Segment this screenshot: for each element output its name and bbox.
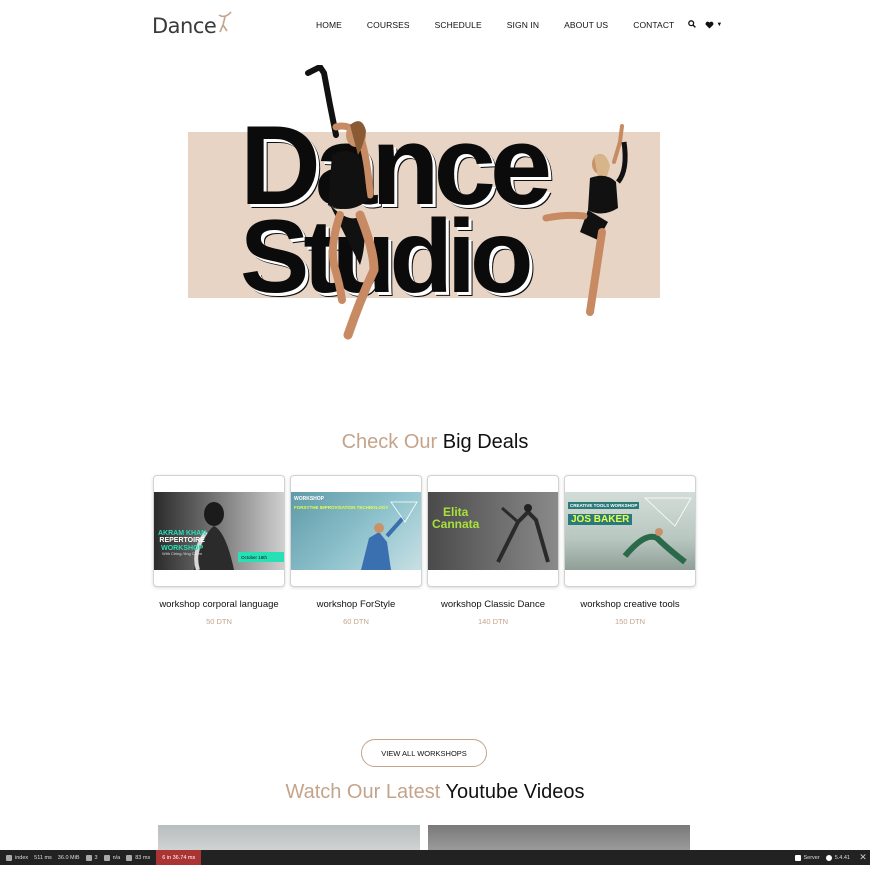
count-text: 3 xyxy=(94,854,98,861)
deals-title-dark: Big Deals xyxy=(442,431,529,453)
deal-item[interactable]: Elita Cannata workshop Classic Dance 140… xyxy=(427,475,559,626)
deal-name[interactable]: workshop creative tools xyxy=(564,599,696,610)
deal-card[interactable]: Elita Cannata xyxy=(427,475,559,587)
deal-card[interactable]: AKRAM KHAN REPERTOIRE WORKSHOP With Chin… xyxy=(153,475,285,587)
wishlist-dropdown[interactable]: ▼ xyxy=(705,21,722,29)
dancer-image-right xyxy=(542,124,628,316)
dancer-photo xyxy=(496,504,550,563)
framework-icon xyxy=(825,854,832,861)
image-line: With Ching-Ying Chien xyxy=(161,551,203,557)
deal-image: WORKSHOP FORSYTHE IMPROVISATION TECHNOLO… xyxy=(291,492,421,570)
deal-image-text: AKRAM KHAN REPERTOIRE WORKSHOP With Chin… xyxy=(158,530,206,556)
toolbar-time[interactable]: 511 ms xyxy=(34,855,52,861)
videos-title-accent: Watch Our Latest xyxy=(285,781,441,803)
site-logo[interactable]: Dance xyxy=(152,11,233,39)
deals-list: AKRAM KHAN REPERTOIRE WORKSHOP With Chin… xyxy=(153,475,696,626)
timer-text: 6 in 36.74 ms xyxy=(162,854,196,861)
deal-price: 150 DTN xyxy=(614,617,645,626)
dancer-photo xyxy=(361,501,418,570)
deal-name[interactable]: workshop Classic Dance xyxy=(427,599,559,610)
deal-item[interactable]: AKRAM KHAN REPERTOIRE WORKSHOP With Chin… xyxy=(153,475,285,626)
toolbar-version[interactable]: 5.4.41 xyxy=(825,854,850,861)
video-thumbnail[interactable] xyxy=(158,825,420,850)
time-text: 511 ms xyxy=(34,854,52,861)
nav-home[interactable]: HOME xyxy=(316,20,342,30)
document-icon xyxy=(85,854,92,861)
deal-price: 50 DTN xyxy=(206,617,232,626)
memory-text: 36.0 MiB xyxy=(57,854,80,861)
user-text: n/a xyxy=(112,854,121,861)
toolbar-db-timer[interactable]: 6 in 36.74 ms xyxy=(156,850,202,865)
toolbar-count[interactable]: 3 xyxy=(85,854,98,861)
search-icon[interactable] xyxy=(688,20,697,30)
server-text: Server xyxy=(803,854,820,861)
deal-image-text: Elita Cannata xyxy=(432,506,479,530)
nav-schedule[interactable]: SCHEDULE xyxy=(435,20,482,30)
deal-price: 140 DTN xyxy=(477,617,508,626)
deals-title-accent: Check Our xyxy=(341,431,438,453)
deal-item[interactable]: CREATIVE TOOLS WORKSHOP JOS BAKER worksh… xyxy=(564,475,696,626)
toolbar-route[interactable]: index xyxy=(6,854,29,861)
heart-icon xyxy=(705,21,714,29)
dancer-logo-icon xyxy=(218,11,232,33)
deal-card[interactable]: WORKSHOP FORSYTHE IMPROVISATION TECHNOLO… xyxy=(290,475,422,587)
deal-price: 60 DTN xyxy=(343,617,369,626)
videos-section-title: Watch Our Latest Youtube Videos xyxy=(0,781,870,804)
deal-card[interactable]: CREATIVE TOOLS WORKSHOP JOS BAKER xyxy=(564,475,696,587)
deal-image: CREATIVE TOOLS WORKSHOP JOS BAKER xyxy=(565,492,695,570)
toolbar-user[interactable]: n/a xyxy=(103,854,121,861)
dancer-image-center xyxy=(305,65,379,340)
route-icon xyxy=(6,854,12,861)
ms-text: 83 ms xyxy=(135,854,151,861)
route-text: index xyxy=(15,854,29,861)
deal-item[interactable]: WORKSHOP FORSYTHE IMPROVISATION TECHNOLO… xyxy=(290,475,422,626)
deal-image: AKRAM KHAN REPERTOIRE WORKSHOP With Chin… xyxy=(154,492,284,570)
caret-down-icon: ▼ xyxy=(716,22,723,28)
toolbar-server[interactable]: Server xyxy=(794,854,820,861)
view-all-workshops-button[interactable]: VIEW ALL WORKSHOPS xyxy=(361,739,487,767)
videos-title-dark: Youtube Videos xyxy=(445,781,585,803)
logo-text: Dance xyxy=(152,14,217,38)
hand-icon xyxy=(126,854,133,861)
toolbar-memory[interactable]: 36.0 MiB xyxy=(58,855,80,861)
image-line: AKRAM KHAN xyxy=(158,530,207,537)
toolbar-right: Server 5.4.41 ✕ xyxy=(789,850,870,865)
server-icon xyxy=(794,854,801,861)
video-thumbnail[interactable] xyxy=(428,825,690,850)
image-line: REPERTOIRE xyxy=(159,537,205,545)
nav-sign-in[interactable]: SIGN IN xyxy=(507,20,539,30)
deal-name[interactable]: workshop ForStyle xyxy=(290,599,422,610)
nav-contact[interactable]: CONTACT xyxy=(633,20,674,30)
toolbar-ms[interactable]: 83 ms xyxy=(126,854,151,861)
debug-toolbar: index 511 ms 36.0 MiB 3 n/a 83 ms 6 in 3… xyxy=(0,850,870,865)
hero-banner: Dance Studio xyxy=(188,60,660,350)
deal-image-badge: October 16th xyxy=(238,552,284,562)
dancer-photo xyxy=(622,497,692,565)
deal-image: Elita Cannata xyxy=(428,492,558,570)
image-line: Cannata xyxy=(432,517,480,531)
main-nav: HOME COURSES SCHEDULE SIGN IN ABOUT US C… xyxy=(316,20,722,30)
deals-section-title: Check Our Big Deals xyxy=(0,431,870,454)
nav-about-us[interactable]: ABOUT US xyxy=(564,20,608,30)
nav-courses[interactable]: COURSES xyxy=(367,20,410,30)
close-icon[interactable]: ✕ xyxy=(856,850,870,865)
deal-name[interactable]: workshop corporal language xyxy=(153,599,285,610)
version-text: 5.4.41 xyxy=(834,854,850,861)
user-icon xyxy=(103,854,110,861)
